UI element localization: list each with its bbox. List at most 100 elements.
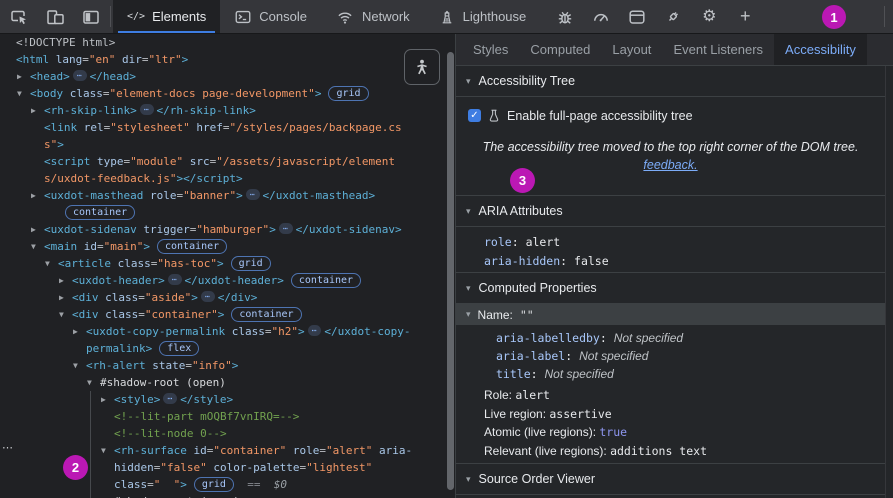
- expand-inline-button[interactable]: ⋯: [167, 274, 182, 285]
- expand-inline-button[interactable]: ⋯: [307, 325, 322, 336]
- dom-tree-row[interactable]: ▶ <head> ⋯ </head>: [0, 68, 446, 85]
- tag-token: <style>: [114, 393, 161, 406]
- computed-name-row[interactable]: ▾ Name: "": [456, 304, 885, 325]
- tab-event-listeners[interactable]: Event Listeners: [662, 34, 774, 65]
- dom-tree-row[interactable]: <link rel="stylesheet" href="/styles/pag…: [0, 119, 446, 136]
- container-badge[interactable]: container: [65, 205, 136, 220]
- name-label: Name:: [477, 307, 513, 322]
- expand-inline-button[interactable]: ⋯: [139, 104, 154, 115]
- dom-tree-row[interactable]: ▶ <div class="aside"> ⋯ </div>: [0, 289, 446, 306]
- expand-arrow-icon[interactable]: ▶: [31, 187, 44, 204]
- expand-arrow-icon[interactable]: ▼: [73, 357, 86, 374]
- container-badge[interactable]: container: [157, 239, 228, 254]
- expand-arrow-icon[interactable]: ▼: [45, 255, 58, 272]
- source-order-viewer-header[interactable]: ▾ Source Order Viewer: [456, 464, 885, 494]
- tab-computed[interactable]: Computed: [519, 34, 601, 65]
- dom-tree-row[interactable]: <!--lit-node 0-->: [0, 425, 446, 442]
- dom-tree-row[interactable]: ▼ <article class="has-toc"> grid: [0, 255, 446, 272]
- expand-arrow-icon[interactable]: ▶: [59, 272, 72, 289]
- dom-tree-row[interactable]: ▼ <rh-alert state="info">: [0, 357, 446, 374]
- dock-side-button[interactable]: [80, 6, 102, 28]
- dom-tree-row[interactable]: ▶ <uxdot-sidenav trigger="hamburger"> ⋯ </u…: [0, 221, 446, 238]
- application-button[interactable]: [626, 6, 648, 28]
- inspect-button[interactable]: [8, 6, 30, 28]
- expand-inline-button[interactable]: ⋯: [72, 70, 87, 81]
- device-toolbar-button[interactable]: [44, 6, 66, 28]
- dom-tree-row[interactable]: <html lang="en" dir="ltr">: [0, 51, 446, 68]
- expand-arrow-icon[interactable]: ▼: [101, 493, 114, 498]
- collapse-icon: ▾: [466, 205, 471, 216]
- expand-arrow-icon[interactable]: ▶: [73, 323, 86, 340]
- tab-elements[interactable]: </> Elements: [113, 0, 221, 33]
- expand-arrow-icon[interactable]: ▶: [59, 289, 72, 306]
- performance-button[interactable]: [590, 6, 612, 28]
- expand-arrow-icon[interactable]: ▼: [59, 306, 72, 323]
- tab-network[interactable]: Network: [321, 0, 424, 33]
- grid-badge[interactable]: grid: [230, 256, 271, 271]
- annotation-badge-3: 3: [510, 168, 535, 193]
- dom-tree-row[interactable]: <script type="module" src="/assets/javas…: [0, 153, 446, 170]
- feedback-link[interactable]: feedback.: [643, 158, 697, 172]
- expand-arrow-icon[interactable]: ▶: [31, 102, 44, 119]
- settings-button[interactable]: ⚙: [698, 6, 720, 28]
- expand-inline-button[interactable]: ⋯: [200, 291, 215, 302]
- dom-tree-row[interactable]: ▶ <uxdot-header> ⋯ </uxdot-header> container: [0, 272, 446, 289]
- tab-styles[interactable]: Styles: [462, 34, 519, 65]
- dom-tree-row[interactable]: ▼#shadow-root (open): [0, 493, 446, 498]
- accessibility-tree-toggle-button[interactable]: [404, 49, 440, 85]
- elements-scrollbar[interactable]: [447, 52, 454, 490]
- dom-tree-row[interactable]: ▶ <uxdot-masthead role="banner"> ⋯ </uxdot-…: [0, 187, 446, 204]
- dom-tree-row[interactable]: class=" "> grid == $0: [0, 476, 446, 493]
- dom-tree-row[interactable]: <!DOCTYPE html>: [0, 34, 446, 51]
- expand-inline-button[interactable]: ⋯: [278, 223, 293, 234]
- attribute-value-token: "/styles/pages/backpage.cs: [229, 121, 402, 134]
- dom-tree-row[interactable]: ▼ <div class="container"> container: [0, 306, 446, 323]
- grid-badge[interactable]: grid: [328, 86, 369, 101]
- expand-inline-button[interactable]: ⋯: [163, 393, 178, 404]
- dom-tree-row[interactable]: ▶ <uxdot-copy-permalink class="h2"> ⋯ </uxd…: [0, 323, 446, 340]
- expand-inline-button[interactable]: ⋯: [245, 189, 260, 200]
- dom-tree-row[interactable]: <!--lit-part mOQBf7vnIRQ=-->: [0, 408, 446, 425]
- dom-tree-row[interactable]: ▼ <main id="main"> container: [0, 238, 446, 255]
- tab-console[interactable]: Console: [220, 0, 321, 33]
- dom-tree-row[interactable]: s">: [0, 136, 446, 153]
- dom-tree-row[interactable]: ▼ <body class="element-docs page-developm…: [0, 85, 446, 102]
- container-badge[interactable]: container: [290, 273, 362, 288]
- punctuation-token: =: [185, 359, 192, 372]
- tab-accessibility[interactable]: Accessibility: [774, 34, 867, 65]
- dom-tree-row[interactable]: ▼#shadow-root (open): [0, 374, 446, 391]
- expand-arrow-icon[interactable]: ▶: [17, 68, 30, 85]
- computed-property-row: Relevant (live regions): additions text: [484, 442, 885, 461]
- dom-tree-row[interactable]: permalink> flex: [0, 340, 446, 357]
- computed-property-label: Live region:: [484, 406, 550, 421]
- container-badge[interactable]: container: [231, 307, 302, 322]
- expand-arrow-icon[interactable]: ▶: [101, 391, 114, 408]
- dom-tree-row[interactable]: ▼ <rh-surface id="container" role="alert"…: [0, 442, 446, 459]
- dom-tree-row[interactable]: container: [0, 204, 446, 221]
- shadow-root-label: #shadow-root (open): [100, 376, 226, 389]
- tab-layout[interactable]: Layout: [601, 34, 662, 65]
- connector-button[interactable]: [662, 6, 684, 28]
- dom-tree-row[interactable]: s/uxdot-feedback.js"></script>: [0, 170, 446, 187]
- dom-tree-row[interactable]: ▶ <rh-skip-link> ⋯ </rh-skip-link>: [0, 102, 446, 119]
- attribute-name-token: class: [110, 257, 151, 270]
- overflow-menu-dots[interactable]: ⋯: [2, 441, 13, 454]
- computed-properties-header[interactable]: ▾ Computed Properties: [456, 273, 885, 304]
- devtools-toolbar: </> Elements Console Network Lighthouse …: [0, 0, 893, 34]
- expand-arrow-icon[interactable]: ▼: [87, 374, 100, 391]
- checkbox-label[interactable]: Enable full-page accessibility tree: [507, 109, 693, 123]
- flex-badge[interactable]: flex: [159, 341, 200, 356]
- grid-badge[interactable]: grid: [193, 477, 234, 492]
- expand-arrow-icon[interactable]: ▼: [31, 238, 44, 255]
- expand-arrow-icon[interactable]: ▶: [31, 221, 44, 238]
- dom-tree-row[interactable]: ▶ <style> ⋯ </style>: [0, 391, 446, 408]
- enable-full-page-a11y-tree-checkbox[interactable]: ✓: [468, 109, 481, 122]
- tab-lighthouse[interactable]: Lighthouse: [424, 0, 541, 33]
- expand-arrow-icon[interactable]: ▼: [101, 442, 114, 459]
- separator: :: [511, 235, 526, 249]
- aria-attributes-header[interactable]: ▾ ARIA Attributes: [456, 196, 885, 227]
- more-tabs-button[interactable]: +: [734, 6, 756, 28]
- accessibility-tree-header[interactable]: ▾ Accessibility Tree: [456, 66, 885, 97]
- issues-button[interactable]: [554, 6, 576, 28]
- expand-arrow-icon[interactable]: ▼: [17, 85, 30, 102]
